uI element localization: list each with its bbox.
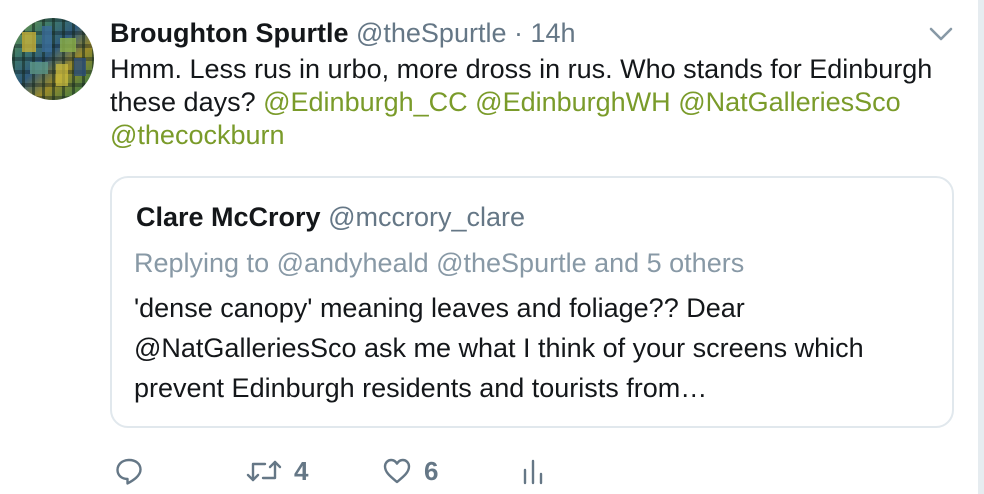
tweet-text: Hmm. Less rus in urbo, more dross in rus… <box>110 53 950 152</box>
like-count: 6 <box>424 455 439 486</box>
mention-link[interactable]: @NatGalleriesSco <box>678 87 901 117</box>
chevron-down-icon[interactable] <box>928 24 954 44</box>
mention-link[interactable]: @thecockburn <box>110 120 285 150</box>
replying-to: Replying to @andyheald @theSpurtle and 5… <box>134 248 745 278</box>
tweet-time[interactable]: 14h <box>531 18 576 48</box>
retweet-count: 4 <box>294 455 309 486</box>
reply-icon <box>114 456 144 486</box>
scrollbar[interactable] <box>978 0 984 494</box>
quoted-author-name: Clare McCrory <box>136 202 321 232</box>
analytics-icon <box>520 456 546 486</box>
separator: · <box>514 18 523 48</box>
author-handle[interactable]: @theSpurtle <box>356 18 507 48</box>
author-name[interactable]: Broughton Spurtle <box>110 18 348 48</box>
mention-link[interactable]: @Edinburgh_CC <box>263 87 468 117</box>
like-button[interactable]: 6 <box>382 452 438 490</box>
avatar[interactable] <box>12 18 94 100</box>
quoted-header: Clare McCrory @mccrory_clare <box>136 198 525 236</box>
quoted-author-handle: @mccrory_clare <box>328 202 526 232</box>
heart-icon <box>382 456 412 486</box>
retweet-button[interactable]: 4 <box>246 452 308 490</box>
quoted-tweet[interactable]: Clare McCrory @mccrory_clare Replying to… <box>110 176 954 428</box>
retweet-icon <box>246 456 282 486</box>
tweet-header: Broughton Spurtle @theSpurtle · 14h <box>110 14 576 52</box>
mention-link[interactable]: @EdinburghWH <box>475 87 671 117</box>
analytics-button[interactable] <box>520 452 546 490</box>
quoted-text: 'dense canopy' meaning leaves and foliag… <box>134 293 864 403</box>
reply-button[interactable] <box>114 452 144 490</box>
